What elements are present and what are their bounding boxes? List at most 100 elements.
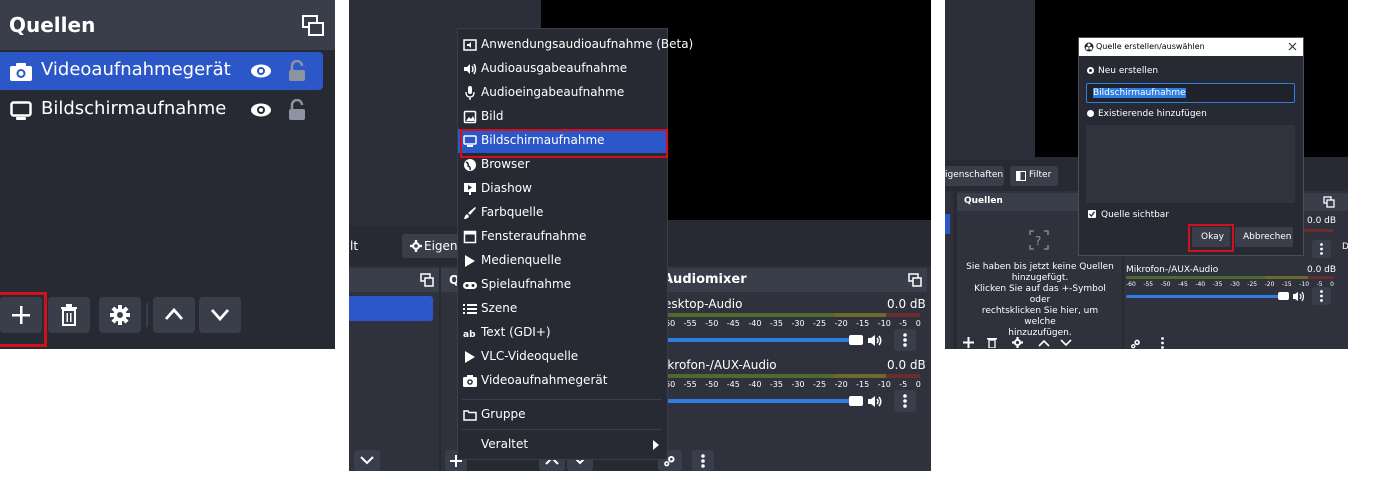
- question-icon: ?: [1029, 230, 1049, 250]
- volume-slider-handle[interactable]: [849, 335, 863, 345]
- slideshow-icon: [464, 183, 476, 195]
- menu-item-deprecated[interactable]: Veraltet: [458, 433, 666, 457]
- obs-logo-icon: [1084, 42, 1094, 52]
- gear-icon[interactable]: [1012, 337, 1023, 348]
- gears-icon[interactable]: [1130, 338, 1142, 349]
- undock-icon[interactable]: [1323, 196, 1335, 208]
- source-row-bildschirm[interactable]: Bildschirmaufnahme: [0, 91, 323, 129]
- menu-label: Fensteraufnahme: [481, 229, 587, 243]
- existing-sources-list[interactable]: [1086, 125, 1295, 203]
- tab-partial[interactable]: lt: [350, 239, 358, 253]
- menu-label: Veraltet: [481, 437, 529, 451]
- menu-item-audio-output[interactable]: Audioausgabeaufnahme: [458, 57, 666, 81]
- mixer-menu-button[interactable]: [692, 450, 714, 471]
- dialog-title: Quelle erstellen/auswählen: [1096, 42, 1205, 51]
- menu-item-group[interactable]: Gruppe: [458, 403, 666, 427]
- remove-source-button[interactable]: [48, 297, 90, 333]
- play-icon: [465, 351, 475, 363]
- chevron-up-icon[interactable]: [1038, 339, 1050, 347]
- speaker-icon[interactable]: [1292, 291, 1305, 302]
- properties-button[interactable]: igenschaften: [945, 166, 1004, 186]
- menu-item-video-capture[interactable]: Videoaufnahmegerät: [458, 369, 666, 393]
- undock-icon[interactable]: [908, 273, 922, 287]
- more-vertical-icon[interactable]: [1161, 337, 1164, 349]
- more-vertical-icon: [903, 333, 907, 347]
- channel-name: Mikrofon-/AUX-Audio: [1126, 265, 1219, 275]
- lock-icon[interactable]: [288, 99, 306, 121]
- volume-slider[interactable]: [665, 338, 856, 342]
- eye-icon[interactable]: [250, 102, 272, 118]
- empty-sources-text: Sie haben bis jetzt keine Quellen hinzug…: [966, 262, 1114, 338]
- chevron-right-icon: [653, 440, 659, 450]
- channel-level: 0.0 dB: [1307, 265, 1337, 275]
- menu-item-app-audio[interactable]: Anwendungsaudioaufnahme (Beta): [458, 33, 693, 57]
- menu-label: Gruppe: [481, 407, 526, 421]
- menu-item-vlc[interactable]: VLC-Videoquelle: [458, 345, 666, 369]
- option-existing-label: Existierende hinzufügen: [1098, 109, 1207, 119]
- speaker-icon[interactable]: [867, 334, 883, 347]
- preview-area: [945, 0, 1035, 160]
- cancel-button[interactable]: Abbrechen: [1235, 227, 1293, 247]
- chevron-up-icon: [164, 307, 184, 320]
- menu-label: Text (GDI+): [481, 325, 551, 339]
- trash-icon[interactable]: [987, 337, 997, 348]
- source-name-input[interactable]: Bildschirmaufnahme: [1086, 83, 1295, 103]
- meter-yellow: [1266, 276, 1308, 279]
- menu-item-audio-input[interactable]: Audioeingabeaufnahme: [458, 81, 666, 105]
- scene-item-selected[interactable]: [349, 296, 433, 321]
- gear-icon: [110, 305, 130, 325]
- channel-menu-button[interactable]: [894, 329, 916, 351]
- check-icon: [1089, 211, 1096, 218]
- menu-item-color[interactable]: Farbquelle: [458, 201, 666, 225]
- text-icon: ab: [463, 330, 476, 340]
- menu-item-media[interactable]: Medienquelle: [458, 249, 666, 273]
- gamepad-icon: [463, 282, 477, 289]
- move-down-button[interactable]: [199, 297, 241, 333]
- lock-icon[interactable]: [288, 60, 306, 82]
- properties-button[interactable]: Eigens: [402, 234, 464, 258]
- gear-icon: [410, 240, 422, 252]
- source-row-videoaufnahme[interactable]: Videoaufnahmegerät: [0, 52, 323, 90]
- undock-icon[interactable]: [302, 15, 324, 37]
- channel-menu-button[interactable]: [894, 390, 916, 412]
- menu-item-text[interactable]: ab Text (GDI+): [458, 321, 666, 345]
- speaker-icon[interactable]: [867, 395, 883, 408]
- volume-slider-handle[interactable]: [849, 396, 863, 406]
- move-up-button[interactable]: [153, 297, 195, 333]
- menu-item-scene[interactable]: Szene: [458, 297, 666, 321]
- screen-capture-highlight: [460, 129, 668, 158]
- trash-icon: [61, 304, 77, 326]
- undock-icon[interactable]: [420, 273, 434, 287]
- audio-mixer-title: Audiomixer: [663, 272, 747, 287]
- close-icon[interactable]: [1288, 42, 1297, 51]
- eye-icon[interactable]: [250, 63, 272, 79]
- add-icon[interactable]: [963, 337, 974, 348]
- volume-slider[interactable]: [665, 399, 856, 403]
- source-properties-button[interactable]: [99, 297, 141, 333]
- menu-item-window[interactable]: Fensteraufnahme: [458, 225, 666, 249]
- channel-level: 0.0 dB: [887, 297, 926, 311]
- menu-item-image[interactable]: Bild: [458, 105, 666, 129]
- menu-label: Bild: [481, 109, 504, 123]
- menu-label: Anwendungsaudioaufnahme (Beta): [481, 37, 694, 51]
- radio-new[interactable]: [1087, 67, 1094, 74]
- meter-green: [1126, 276, 1266, 279]
- volume-slider[interactable]: [1126, 295, 1284, 298]
- visible-checkbox[interactable]: [1088, 210, 1096, 218]
- meter-yellow: [834, 313, 886, 317]
- toolbar-divider: [146, 303, 148, 327]
- meter-red: [886, 374, 920, 378]
- radio-existing[interactable]: [1087, 110, 1094, 117]
- volume-slider-handle[interactable]: [1278, 292, 1289, 300]
- channel-menu-button[interactable]: [1312, 287, 1331, 305]
- menu-label: Diashow: [481, 181, 532, 195]
- filter-button[interactable]: Filter: [1010, 166, 1058, 186]
- menu-item-game[interactable]: Spielaufnahme: [458, 273, 666, 297]
- chevron-down-icon[interactable]: [1060, 339, 1072, 347]
- sources-title: Quellen: [9, 13, 96, 37]
- play-icon: [465, 255, 475, 267]
- menu-item-slideshow[interactable]: Diashow: [458, 177, 666, 201]
- scene-item-selected[interactable]: [945, 214, 950, 234]
- channel-menu-button[interactable]: [1312, 240, 1331, 258]
- scene-down-button[interactable]: [354, 450, 380, 471]
